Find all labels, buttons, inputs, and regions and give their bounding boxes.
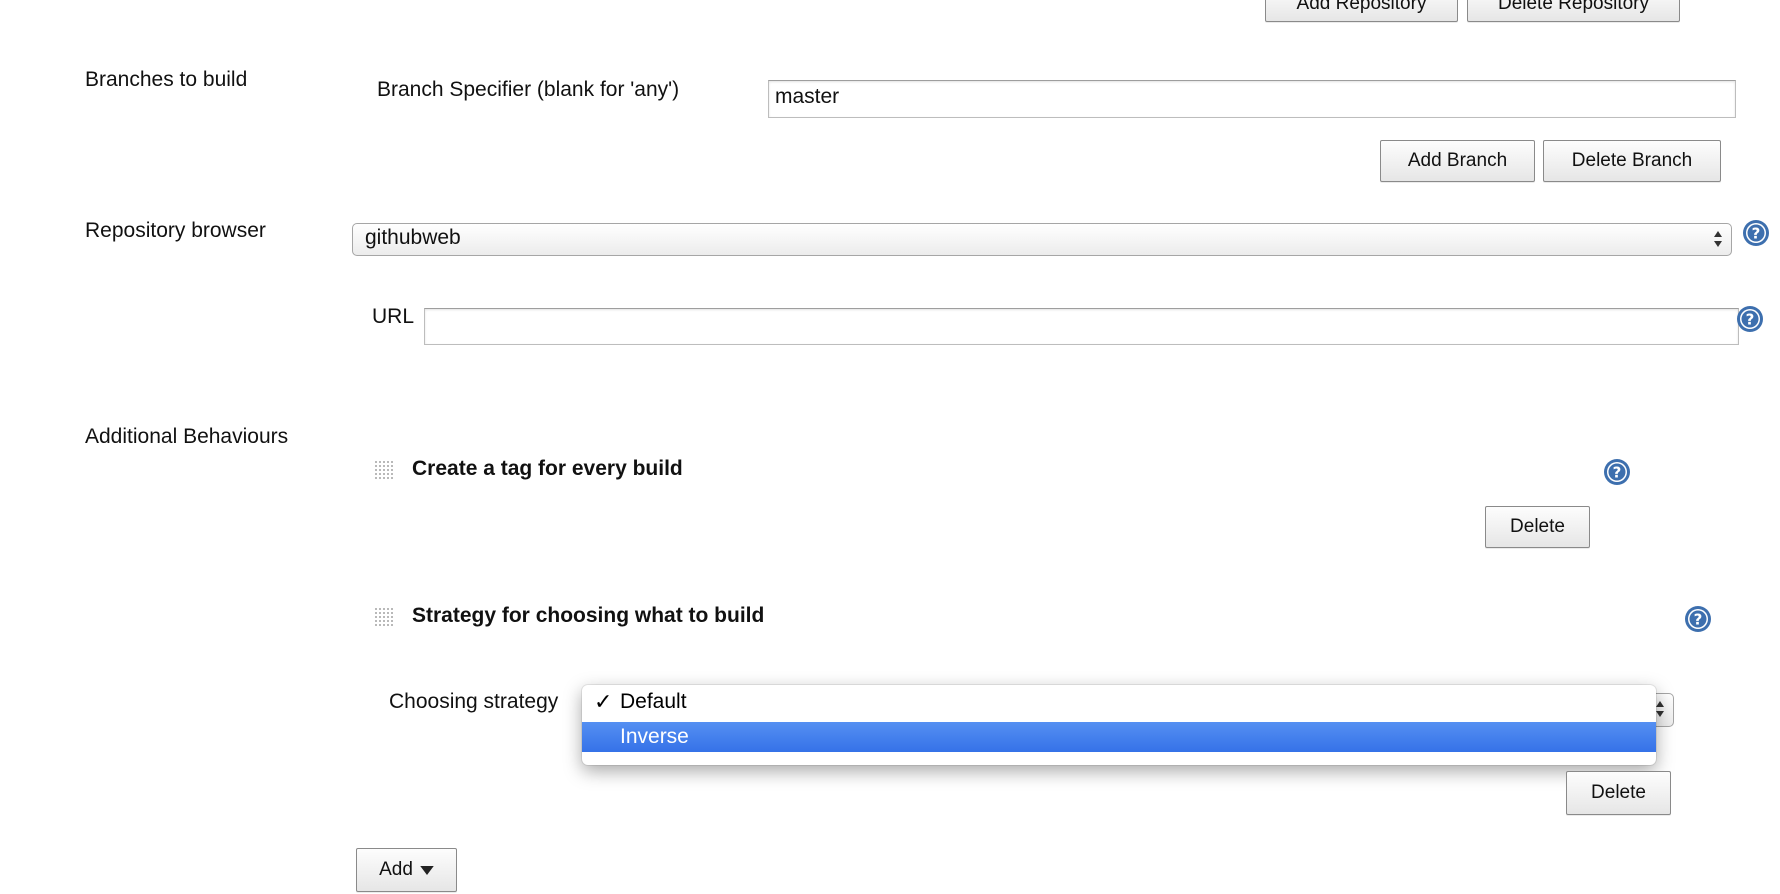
tag-behaviour-title: Create a tag for every build [412, 457, 683, 480]
delete-strategy-behaviour-button[interactable]: Delete [1566, 771, 1671, 815]
add-behaviour-button[interactable]: Add [356, 848, 457, 892]
checkmark-icon: ✓ [594, 689, 613, 714]
add-branch-button[interactable]: Add Branch [1380, 140, 1535, 182]
strategy-option-inverse[interactable]: Inverse [582, 722, 1656, 752]
add-repository-button[interactable]: Add Repository [1265, 0, 1458, 22]
add-branch-label: Add Branch [1407, 150, 1508, 171]
url-label: URL [372, 305, 415, 328]
url-input[interactable] [424, 308, 1739, 345]
branch-specifier-label: Branch Specifier (blank for 'any') [377, 78, 680, 101]
delete-tag-behaviour-label: Delete [1510, 516, 1565, 537]
delete-repository-label: Delete Repository [1497, 0, 1650, 14]
help-icon[interactable]: ? [1742, 219, 1770, 247]
strategy-option-inverse-label: Inverse [620, 725, 689, 748]
repo-browser-selected: githubweb [365, 226, 461, 249]
choosing-strategy-label: Choosing strategy [389, 690, 559, 713]
svg-text:?: ? [1752, 225, 1761, 243]
add-repository-label: Add Repository [1296, 0, 1427, 14]
updown-arrows-icon [1656, 701, 1664, 717]
choosing-strategy-dropdown-menu: ✓ Default Inverse [582, 685, 1656, 765]
repo-browser-select[interactable]: githubweb [352, 223, 1732, 256]
strategy-option-default[interactable]: ✓ Default [582, 687, 1656, 717]
svg-text:?: ? [1694, 611, 1703, 629]
add-behaviour-label: Add [379, 859, 413, 880]
delete-tag-behaviour-button[interactable]: Delete [1485, 506, 1590, 548]
strategy-behaviour-title: Strategy for choosing what to build [412, 604, 765, 627]
drag-handle-icon[interactable] [374, 607, 394, 627]
repo-browser-section-label: Repository browser [85, 219, 266, 242]
help-icon[interactable]: ? [1684, 605, 1712, 633]
updown-arrows-icon [1714, 231, 1722, 247]
svg-text:?: ? [1746, 311, 1755, 329]
help-icon[interactable]: ? [1736, 305, 1764, 333]
drag-handle-icon[interactable] [374, 460, 394, 480]
branch-specifier-input[interactable]: master [768, 80, 1736, 118]
svg-text:?: ? [1613, 464, 1622, 482]
help-icon[interactable]: ? [1603, 458, 1631, 486]
delete-strategy-behaviour-label: Delete [1591, 782, 1646, 803]
branches-section-label: Branches to build [85, 68, 248, 91]
behaviours-section-label: Additional Behaviours [85, 425, 289, 448]
strategy-option-default-label: Default [620, 690, 687, 713]
delete-branch-label: Delete Branch [1571, 150, 1693, 171]
caret-down-icon [420, 865, 434, 875]
delete-branch-button[interactable]: Delete Branch [1543, 140, 1721, 182]
delete-repository-button[interactable]: Delete Repository [1467, 0, 1680, 22]
